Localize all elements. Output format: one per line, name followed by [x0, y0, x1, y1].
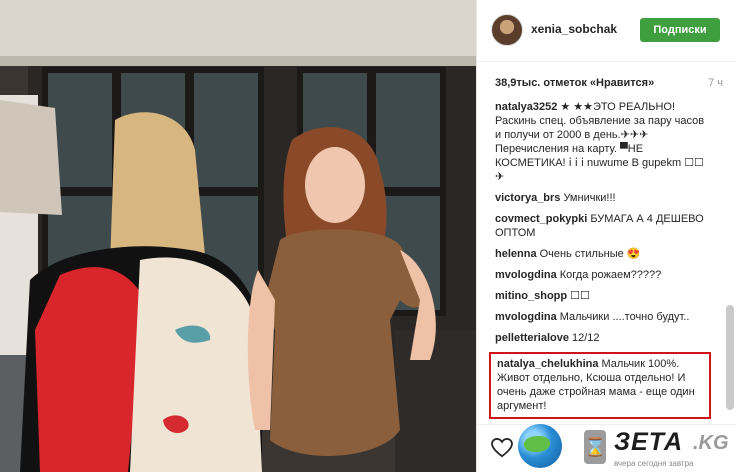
watermark-tld: .KG	[693, 432, 729, 454]
comment-author[interactable]: pelletterialove	[495, 332, 569, 344]
comment-author[interactable]: covmect_pokypki	[495, 213, 587, 225]
post-username[interactable]: xenia_sobchak	[531, 22, 617, 36]
comment-author[interactable]: helenna	[495, 248, 537, 260]
post-photo	[0, 0, 476, 472]
globe-icon	[518, 424, 562, 468]
avatar[interactable]	[491, 14, 523, 46]
comment-author[interactable]: mvologdina	[495, 269, 557, 281]
watermark-brand: ЗЕТА	[614, 428, 684, 456]
comment-text: 12/12	[571, 332, 600, 344]
comment: mitino_shopp ☐☐	[495, 289, 705, 303]
comment: pelletterialove 12/12	[495, 331, 705, 345]
likes-row: 38,9тыс. отметок «Нравится» 7 ч	[495, 77, 725, 91]
comment-text: Когда рожаем?????	[559, 269, 662, 281]
comment-text: Очень стильные 😍	[539, 248, 641, 260]
comment-text: Мальчики ....точно будут..	[559, 311, 690, 323]
comments-scrollbar[interactable]	[726, 305, 734, 410]
comment-author[interactable]: mitino_shopp	[495, 290, 567, 302]
heart-icon[interactable]	[491, 438, 513, 458]
hourglass-icon: ⌛	[584, 430, 606, 464]
comment-author[interactable]: natalya3252	[495, 101, 557, 113]
highlighted-comment: natalya_chelukhina Мальчик 100%. Живот от…	[489, 352, 711, 419]
comment-text: ★ ★★ЭТО РЕАЛЬНО! Раскинь спец. объявлени…	[495, 101, 705, 183]
comment: victorya_brs Умнички!!!	[495, 191, 705, 205]
comment: covmect_pokypki БУМАГА А 4 ДЕШЕВО ОПТОМ	[495, 212, 705, 240]
comment-text: Умнички!!!	[563, 192, 616, 204]
comment-list: natalya3252 ★ ★★ЭТО РЕАЛЬНО! Раскинь спец…	[489, 100, 711, 426]
watermark-tagline: вчера сегодня завтра	[614, 459, 694, 468]
comment: mvologdina Мальчики ....точно будут..	[495, 310, 705, 324]
comment: helenna Очень стильные 😍	[495, 247, 705, 261]
comment: mvologdina Когда рожаем?????	[495, 268, 705, 282]
comment: natalya3252 ★ ★★ЭТО РЕАЛЬНО! Раскинь спец…	[495, 100, 705, 184]
likes-count[interactable]: 38,9тыс. отметок «Нравится»	[495, 77, 654, 89]
post-header: xenia_sobchak Подписки	[477, 0, 736, 62]
comment-text: ☐☐	[570, 290, 590, 302]
post-timestamp[interactable]: 7 ч	[708, 77, 723, 89]
comment-author[interactable]: mvologdina	[495, 311, 557, 323]
post-sidebar: xenia_sobchak Подписки 38,9тыс. отметок …	[476, 0, 736, 472]
watermark-logo: ⌛ ЗЕТА .KG вчера сегодня завтра	[518, 422, 736, 472]
follow-button[interactable]: Подписки	[640, 18, 720, 42]
comment-author[interactable]: natalya_chelukhina	[497, 358, 599, 370]
post-photo-illustration	[0, 0, 476, 472]
comment-author[interactable]: victorya_brs	[495, 192, 560, 204]
